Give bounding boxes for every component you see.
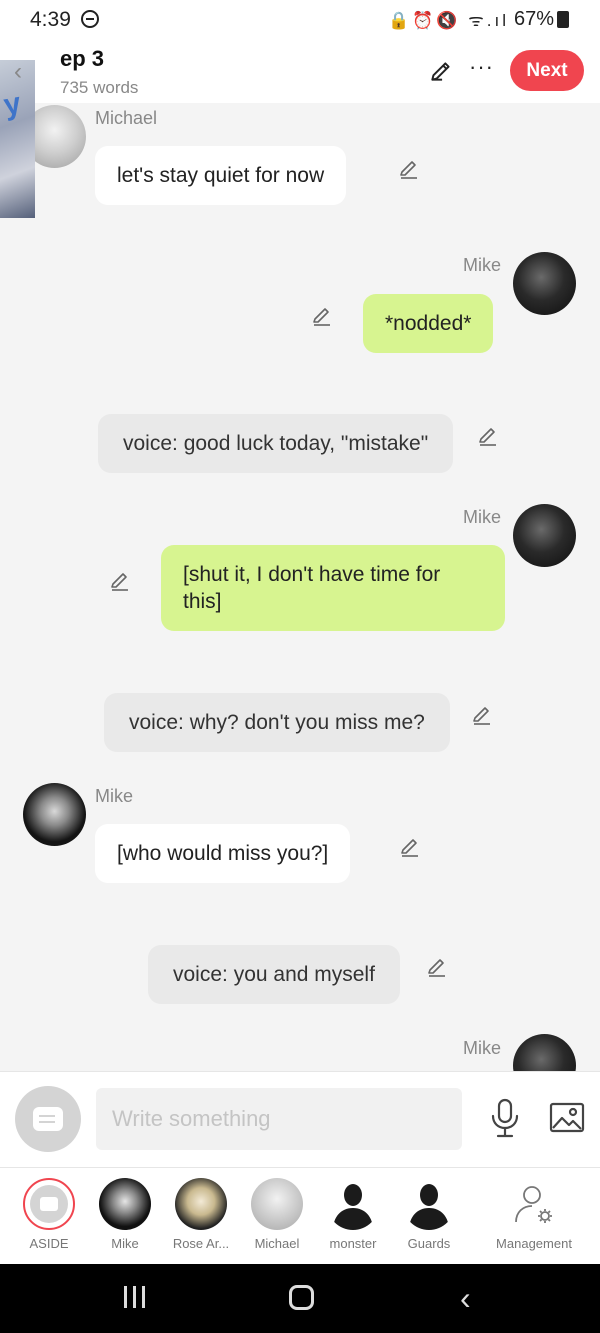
aside-icon bbox=[30, 1185, 68, 1223]
message-bubble[interactable]: [shut it, I don't have time for this] bbox=[161, 545, 505, 631]
status-time: 4:39 bbox=[30, 8, 71, 31]
message-sender-name: Mike bbox=[95, 786, 134, 806]
voice-message-bubble[interactable]: voice: why? don't you miss me? bbox=[104, 693, 450, 752]
page-title: ep 3 bbox=[60, 46, 105, 71]
message-bubble[interactable]: [who would miss you?] bbox=[95, 824, 351, 883]
cover-text: y bbox=[1, 86, 24, 123]
character-mike[interactable] bbox=[99, 1178, 151, 1230]
avatar-mike[interactable] bbox=[23, 783, 86, 846]
edit-title-pencil-icon[interactable] bbox=[428, 58, 454, 84]
message-sender-name: Mike bbox=[463, 255, 502, 275]
silhouette-icon bbox=[333, 1184, 373, 1230]
character-aside[interactable] bbox=[23, 1178, 75, 1230]
silhouette-icon bbox=[409, 1184, 449, 1230]
character-label: Mike bbox=[111, 1236, 139, 1251]
message-bubble[interactable]: let's stay quiet for now bbox=[95, 146, 347, 205]
avatar-mike[interactable] bbox=[513, 1034, 576, 1071]
battery-icon bbox=[557, 11, 569, 28]
back-icon[interactable]: ‹ bbox=[460, 1280, 471, 1317]
battery-percentage: 67% bbox=[514, 8, 555, 30]
edit-message-pencil-icon[interactable] bbox=[108, 569, 132, 593]
status-bar: 4:39 🔒⏰🔇 ᯤ.ıl 67% bbox=[0, 0, 600, 40]
character-management[interactable] bbox=[508, 1178, 560, 1230]
home-icon[interactable] bbox=[289, 1285, 314, 1310]
user-settings-icon bbox=[515, 1186, 552, 1223]
character-michael[interactable] bbox=[251, 1178, 303, 1230]
status-icons: 🔒⏰🔇 ᯤ.ıl bbox=[388, 11, 509, 30]
word-count: 735 words bbox=[60, 78, 139, 97]
avatar-mike[interactable] bbox=[513, 504, 576, 567]
character-monster[interactable] bbox=[327, 1178, 379, 1230]
edit-message-pencil-icon[interactable] bbox=[476, 424, 500, 448]
edit-message-pencil-icon[interactable] bbox=[398, 835, 422, 859]
character-label: Guards bbox=[407, 1236, 451, 1251]
character-label: Rose Ar... bbox=[172, 1236, 230, 1251]
character-rose[interactable] bbox=[175, 1178, 227, 1230]
back-chevron-icon[interactable]: ‹ bbox=[14, 58, 22, 86]
message-sender-name: Mike bbox=[463, 507, 502, 527]
character-label: Management bbox=[496, 1236, 572, 1251]
message-input[interactable] bbox=[96, 1088, 462, 1150]
more-options-icon[interactable]: ··· bbox=[469, 54, 494, 80]
avatar-mike[interactable] bbox=[513, 252, 576, 315]
voice-message-bubble[interactable]: voice: good luck today, "mistake" bbox=[98, 414, 454, 473]
voice-message-bubble[interactable]: voice: you and myself bbox=[148, 945, 400, 1004]
edit-message-pencil-icon[interactable] bbox=[470, 703, 494, 727]
character-label: monster bbox=[329, 1236, 377, 1251]
message-sender-name: Michael bbox=[95, 108, 158, 128]
aside-card-icon bbox=[33, 1107, 63, 1131]
aside-toggle-button[interactable] bbox=[15, 1086, 81, 1152]
character-label: Michael bbox=[254, 1236, 300, 1251]
next-button[interactable]: Next bbox=[510, 50, 584, 91]
message-sender-name: Mike bbox=[463, 1038, 502, 1058]
do-not-disturb-icon bbox=[81, 10, 99, 28]
microphone-icon[interactable] bbox=[488, 1098, 522, 1138]
edit-message-pencil-icon[interactable] bbox=[397, 157, 421, 181]
edit-message-pencil-icon[interactable] bbox=[310, 304, 334, 328]
recent-apps-icon[interactable] bbox=[124, 1286, 146, 1308]
character-guards[interactable] bbox=[403, 1178, 455, 1230]
character-label: ASIDE bbox=[29, 1236, 69, 1251]
image-upload-icon[interactable] bbox=[549, 1102, 585, 1134]
chat-area[interactable]: Michael let's stay quiet for now Mike *n… bbox=[0, 103, 600, 1071]
message-bubble[interactable]: *nodded* bbox=[363, 294, 494, 353]
edit-message-pencil-icon[interactable] bbox=[425, 955, 449, 979]
